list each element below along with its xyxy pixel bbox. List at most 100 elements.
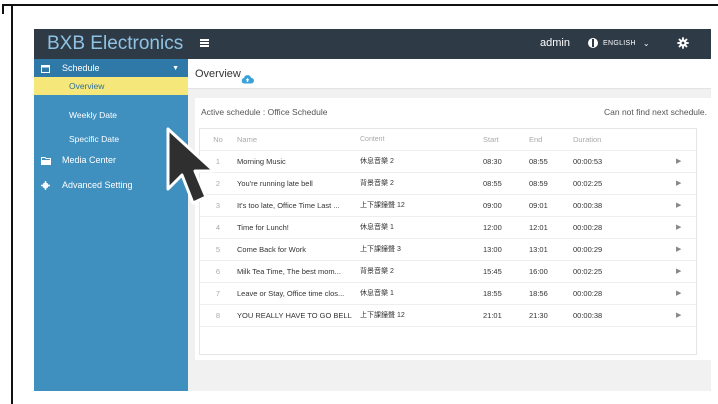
row-start: 09:00 — [483, 201, 502, 210]
play-icon[interactable]: ▶ — [676, 283, 686, 305]
brand-logo[interactable]: BXB Electronics — [34, 29, 188, 59]
row-name: Time for Lunch! — [237, 223, 289, 232]
row-name: Come Back for Work — [237, 245, 307, 254]
row-end: 13:01 — [529, 245, 548, 254]
sidebar-item-media-center[interactable]: Media Center — [34, 151, 188, 169]
language-label: ENGLISH — [603, 39, 636, 47]
page-title: Overview — [195, 68, 241, 80]
sidebar-subitem-specific-date[interactable]: Specific Date — [34, 130, 188, 148]
row-content: 休息音樂 1 — [360, 290, 394, 297]
row-duration: 00:00:28 — [573, 289, 603, 298]
play-icon[interactable]: ▶ — [676, 173, 686, 195]
row-end: 12:01 — [529, 223, 548, 232]
sidebar-item-schedule[interactable]: Schedule ▼ — [34, 59, 188, 77]
row-start: 08:30 — [483, 157, 502, 166]
folder-icon — [41, 156, 51, 165]
app-window: BXB Electronics Schedule ▼ Overview Week… — [34, 29, 711, 391]
settings-gear-icon[interactable] — [677, 37, 689, 49]
next-schedule-text: Can not find next schedule. — [603, 107, 707, 117]
row-name: It's too late, Office Time Last ... — [237, 201, 340, 210]
row-no: 6 — [215, 267, 221, 276]
table-row[interactable]: 6 Milk Tea Time, The best mom... 背景音樂 2 15:… — [200, 261, 696, 283]
play-icon[interactable]: ▶ — [676, 239, 686, 261]
header-duration: Duration — [573, 135, 602, 144]
row-content: 上下課鐘聲 12 — [360, 312, 405, 319]
row-name: Leave or Stay, Office time clos... — [237, 289, 345, 298]
row-content: 休息音樂 2 — [360, 158, 394, 165]
hamburger-menu-icon[interactable] — [200, 39, 209, 47]
sidebar-subitem-weekly-date[interactable]: Weekly Date — [34, 106, 188, 124]
row-duration: 00:00:53 — [573, 157, 603, 166]
row-name: YOU REALLY HAVE TO GO BELL — [237, 311, 352, 320]
row-end: 08:59 — [529, 179, 548, 188]
caret-down-icon: ▼ — [172, 64, 179, 72]
header-start: Start — [483, 135, 499, 144]
table-header-row: No Name Content Start End Duration — [200, 129, 696, 151]
row-end: 21:30 — [529, 311, 548, 320]
row-content: 上下課鐘聲 12 — [360, 202, 405, 209]
row-duration: 00:00:38 — [573, 311, 603, 320]
sidebar-subitem-overview[interactable]: Overview — [34, 77, 188, 95]
row-duration: 00:00:29 — [573, 245, 603, 254]
header-end: End — [529, 135, 543, 144]
screen-frame-top — [11, 4, 718, 6]
globe-icon — [588, 38, 598, 48]
cloud-upload-icon[interactable] — [241, 69, 254, 88]
row-start: 18:55 — [483, 289, 502, 298]
row-content: 休息音樂 1 — [360, 224, 394, 231]
row-start: 12:00 — [483, 223, 502, 232]
table-row[interactable]: 1 Morning Music 休息音樂 2 08:30 08:55 00:00:53 ▶ — [200, 151, 696, 173]
sidebar-item-advanced-setting[interactable]: Advanced Setting — [34, 176, 188, 194]
row-no: 5 — [215, 245, 221, 254]
play-icon[interactable]: ▶ — [676, 305, 686, 327]
table-row[interactable]: 7 Leave or Stay, Office time clos... 休息音樂 … — [200, 283, 696, 305]
table-row[interactable]: 3 It's too late, Office Time Last ... 上下課鐘… — [200, 195, 696, 217]
row-no: 8 — [215, 311, 221, 320]
row-content: 上下課鐘聲 3 — [360, 246, 401, 253]
table-row[interactable]: 5 Come Back for Work 上下課鐘聲 3 13:00 13:01 00:0… — [200, 239, 696, 261]
user-menu[interactable]: admin — [540, 37, 570, 49]
play-icon[interactable]: ▶ — [676, 151, 686, 173]
row-content: 背景音樂 2 — [360, 268, 394, 275]
schedule-panel: Active schedule : Office Schedule Can no… — [195, 98, 711, 360]
table-row[interactable]: 4 Time for Lunch! 休息音樂 1 12:00 12:01 00:00:28… — [200, 217, 696, 239]
gear-icon — [41, 180, 50, 190]
row-duration: 00:00:28 — [573, 223, 603, 232]
screen-frame-left — [11, 4, 13, 404]
play-icon[interactable]: ▶ — [676, 261, 686, 283]
calendar-icon — [41, 64, 50, 73]
row-duration: 00:00:38 — [573, 201, 603, 210]
row-end: 16:00 — [529, 267, 548, 276]
sidebar: BXB Electronics Schedule ▼ Overview Week… — [34, 29, 188, 391]
row-no: 4 — [215, 223, 221, 232]
screen-frame-corner-edge — [2, 4, 4, 14]
mouse-pointer-icon — [166, 127, 216, 205]
sidebar-item-label: Schedule — [62, 63, 100, 73]
row-duration: 00:02:25 — [573, 267, 603, 276]
top-navbar: admin ENGLISH ⌄ — [188, 29, 711, 59]
row-start: 21:01 — [483, 311, 502, 320]
language-selector[interactable]: ENGLISH ⌄ — [588, 38, 650, 48]
row-duration: 00:02:25 — [573, 179, 603, 188]
active-schedule-text: Active schedule : Office Schedule — [201, 107, 328, 117]
header-content: Content — [360, 136, 385, 143]
chevron-down-icon: ⌄ — [642, 38, 650, 48]
row-start: 13:00 — [483, 245, 502, 254]
row-name: You're running late bell — [237, 179, 313, 188]
header-name: Name — [237, 135, 258, 144]
row-start: 08:55 — [483, 179, 502, 188]
row-name: Milk Tea Time, The best mom... — [237, 267, 341, 276]
schedule-table: No Name Content Start End Duration 1 Morn… — [199, 128, 697, 355]
row-no: 7 — [215, 289, 221, 298]
row-name: Morning Music — [237, 157, 286, 166]
table-row[interactable]: 2 You're running late bell 背景音樂 2 08:55 08:5… — [200, 173, 696, 195]
page-header: Overview — [188, 59, 711, 89]
row-end: 08:55 — [529, 157, 548, 166]
play-icon[interactable]: ▶ — [676, 217, 686, 239]
row-end: 18:56 — [529, 289, 548, 298]
row-end: 09:01 — [529, 201, 548, 210]
play-icon[interactable]: ▶ — [676, 195, 686, 217]
row-content: 背景音樂 2 — [360, 180, 394, 187]
table-row[interactable]: 8 YOU REALLY HAVE TO GO BELL 上下課鐘聲 12 21:01… — [200, 305, 696, 327]
row-start: 15:45 — [483, 267, 502, 276]
